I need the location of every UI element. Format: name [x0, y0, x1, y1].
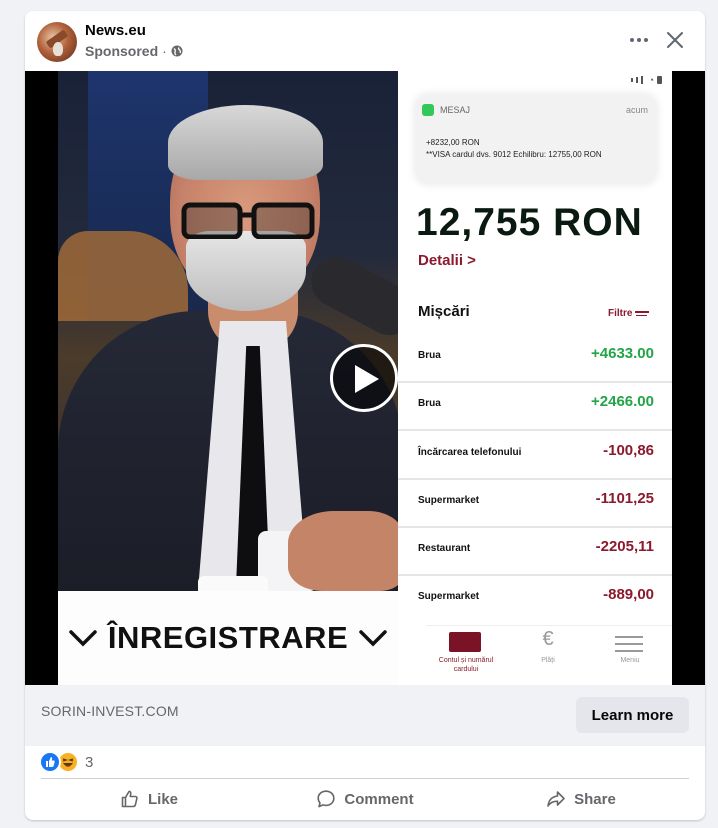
transaction-amount: -889,00 [603, 586, 654, 603]
transaction-row: Restaurant -2205,11 [398, 526, 672, 576]
tab-account: Contul și numărul cardului [426, 626, 506, 682]
transaction-row: Supermarket -1101,25 [398, 478, 672, 528]
details-link: Detalii > [418, 252, 476, 269]
share-label: Share [574, 790, 616, 808]
transaction-amount: -2205,11 [595, 538, 654, 555]
play-icon [355, 365, 379, 393]
post-header: News.eu Sponsored · [25, 11, 705, 71]
sms-notification: MESAJ acum +8232,00 RON **VISA cardul dv… [416, 95, 656, 183]
comment-button[interactable]: Comment [257, 781, 473, 817]
learn-more-button[interactable]: Learn more [576, 697, 689, 733]
globe-icon [171, 45, 183, 57]
like-button[interactable]: Like [41, 781, 257, 817]
notification-app-name: MESAJ [440, 105, 471, 115]
tab-label: Meniu [620, 657, 640, 664]
transaction-row: Brua +2466.00 [398, 381, 672, 431]
comment-icon [317, 790, 336, 808]
transaction-name: Brua [418, 398, 441, 409]
meta-separator: · [162, 43, 167, 59]
notification-line-2: **VISA cardul dvs. 9012 Echilibru: 12755… [426, 150, 602, 159]
chevron-down-icon [359, 630, 387, 647]
reactions-summary[interactable]: 3 [39, 751, 93, 773]
share-icon [547, 791, 565, 807]
transaction-amount: -100,86 [603, 442, 654, 459]
link-preview-bar[interactable]: SORIN-INVEST.COM Learn more [25, 685, 705, 746]
card-icon [449, 632, 481, 652]
tab-label: Contul și numărul cardului [438, 657, 494, 673]
transaction-name: Restaurant [418, 543, 471, 554]
account-balance: 12,755 RON [416, 201, 643, 244]
play-button[interactable] [330, 344, 398, 412]
sponsored-post-card: News.eu Sponsored · ÎNREGISTRARE ◔ MESAJ… [25, 11, 705, 820]
transaction-name: Încărcarea telefonului [418, 447, 522, 458]
more-options-icon[interactable] [627, 28, 651, 52]
app-tab-bar: Contul și numărul cardului € Plăți Meniu [426, 625, 672, 682]
menu-icon [615, 636, 643, 657]
tab-payments: € Plăți [508, 626, 588, 682]
message-app-icon [422, 104, 434, 116]
banner-text: ÎNREGISTRARE [107, 620, 349, 655]
notification-line-1: +8232,00 RON [426, 138, 480, 147]
filter-icon [635, 311, 650, 316]
page-name-link[interactable]: News.eu [85, 22, 146, 39]
registration-banner: ÎNREGISTRARE [58, 591, 398, 685]
notification-time: acum [625, 105, 648, 115]
video-presenter-frame [58, 71, 398, 591]
link-domain[interactable]: SORIN-INVEST.COM [41, 703, 179, 719]
chevron-down-icon [69, 630, 97, 647]
actions-divider [41, 778, 689, 779]
like-icon [39, 751, 61, 773]
close-icon[interactable] [663, 28, 687, 52]
video-player[interactable]: ÎNREGISTRARE ◔ MESAJ acum +8232,00 RON *… [25, 71, 705, 685]
thumbs-up-icon [121, 790, 138, 808]
transaction-name: Supermarket [418, 495, 480, 506]
phone-status-bar: ◔ [630, 75, 662, 85]
tab-menu: Meniu [590, 626, 670, 682]
sponsored-label[interactable]: Sponsored [85, 43, 158, 59]
post-meta: Sponsored · [85, 43, 183, 59]
transaction-name: Brua [418, 350, 441, 361]
transaction-amount: -1101,25 [595, 490, 654, 507]
euro-icon: € [542, 628, 554, 650]
movements-title: Mișcări [418, 303, 470, 320]
share-button[interactable]: Share [473, 781, 689, 817]
banking-app-screenshot: ◔ MESAJ acum +8232,00 RON **VISA cardul … [398, 71, 672, 685]
filter-control: Filtre [608, 308, 650, 319]
tab-label: Plăți [541, 657, 555, 664]
post-actions: Like Comment Share [41, 781, 689, 817]
page-avatar[interactable] [37, 22, 77, 62]
transaction-row: Supermarket -889,00 [398, 574, 672, 622]
transaction-amount: +2466.00 [591, 393, 654, 410]
transaction-row: Brua +4633.00 [398, 333, 672, 383]
like-label: Like [147, 790, 178, 808]
filter-label: Filtre [608, 308, 633, 319]
transaction-amount: +4633.00 [591, 345, 654, 362]
transaction-row: Încărcarea telefonului -100,86 [398, 430, 672, 480]
reaction-count: 3 [85, 753, 94, 771]
transaction-name: Supermarket [418, 591, 480, 602]
comment-label: Comment [344, 790, 414, 808]
